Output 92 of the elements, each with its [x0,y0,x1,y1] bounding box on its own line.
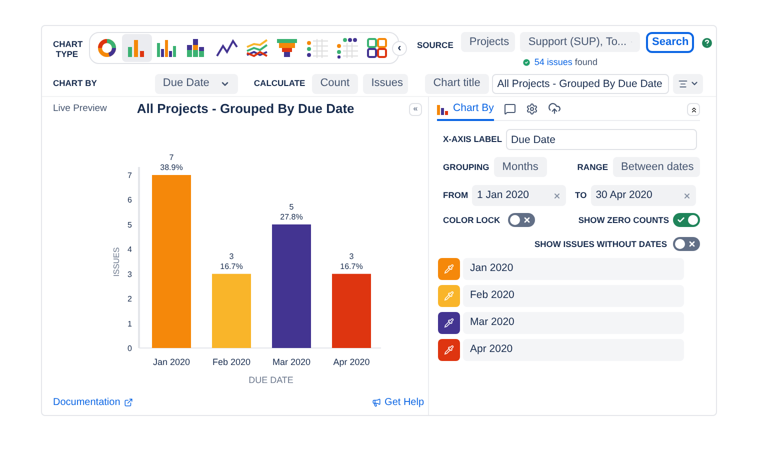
to-date-field[interactable]: 30 Apr 2020 [590,185,696,206]
documentation-link[interactable]: Documentation [53,394,134,410]
settings-icon [526,102,538,114]
range-dropdown[interactable]: Between dates [613,157,700,177]
x-axis-label: X-AXIS LABEL [443,133,502,146]
chevrons-up-icon [690,106,698,114]
external-link-icon [124,398,134,406]
multi-line-chart-icon [245,37,269,59]
source-label: SOURCE [417,39,454,52]
dot-matrix-chart-icon [335,37,359,59]
series-name-field[interactable]: Jan 2020 [463,258,684,280]
toggle-label: COLOR LOCK [443,214,500,226]
y-tick-label: 7 [128,171,132,180]
check-icon [677,216,685,224]
chart-title-mode-dropdown[interactable]: Chart title [425,74,490,94]
bar-value-label: 5 27.8% [280,202,303,222]
x-axis-label-field[interactable]: Due Date [506,129,698,150]
grouping-label: GROUPING [443,160,490,174]
y-tick-label: 4 [128,245,132,254]
chart-type-label: CHART TYPE [53,39,81,59]
chart-by-dropdown[interactable]: Due Date [154,74,238,94]
chart-by-tab[interactable]: Chart By [437,98,494,120]
live-preview-tab[interactable]: Live Preview [53,102,107,116]
grouped-bar-chart-icon [155,37,179,59]
y-tick-label: 6 [128,196,132,205]
help-icon[interactable] [702,38,712,48]
clear-icon [553,192,562,200]
clear-icon [682,192,691,200]
color-swatch[interactable] [438,312,460,334]
bar-value-label: 3 16.7% [220,252,243,271]
range-label: RANGE [577,160,608,174]
x-tick-label: Mar 2020 [272,357,311,367]
issues-link[interactable]: 54 issues [534,57,572,67]
calculate-of-dropdown[interactable]: Issues [363,74,408,94]
issues-found-text: 54 issues found [534,56,598,69]
y-tick-label: 3 [128,270,132,279]
chart-by-label: CHART BY [53,77,97,90]
series-name-field[interactable]: Mar 2020 [463,312,684,334]
y-tick-label: 0 [128,344,132,353]
calculate-label: CALCULATE [254,77,306,90]
series-name-field[interactable]: Feb 2020 [463,285,684,307]
x-tick-label: Apr 2020 [333,357,370,367]
y-tick-label: 1 [128,319,132,328]
x-tick-label: Feb 2020 [212,357,251,367]
search-button[interactable]: Search [646,32,694,53]
toggle-label: SHOW ISSUES WITHOUT DATES [534,238,667,250]
eyedropper-icon [444,264,454,274]
source-type-dropdown[interactable]: Projects [461,32,516,52]
toggle-switch[interactable] [508,213,536,227]
dot-grid-chart-icon [305,37,329,59]
toggle-label: SHOW ZERO COUNTS [578,214,669,226]
toggle-switch[interactable] [673,237,700,251]
color-swatch[interactable] [438,258,460,280]
alignment-dropdown[interactable] [673,74,704,94]
from-label: FROM [443,189,468,202]
bar-value-label: 7 38.9% [160,153,183,172]
collapse-up-button[interactable] [687,103,700,116]
collapse-button[interactable]: ‹ [392,41,407,56]
grouping-dropdown[interactable]: Months [494,157,548,177]
chart-title-field[interactable]: All Projects - Grouped By Due Date [492,74,670,94]
x-tick-label: Jan 2020 [152,357,190,367]
collapse-button[interactable]: « [409,102,422,116]
line-chart-icon [215,37,239,59]
y-tick-label: 5 [128,220,132,230]
donut-chart-icon [95,37,119,59]
y-axis-title: ISSUES [112,247,121,277]
color-swatch[interactable] [438,339,460,361]
comment-icon [504,102,516,114]
get-help-link[interactable]: Get Help [372,394,424,410]
calculate-dropdown[interactable]: Count [312,74,358,94]
check-circle-icon [522,58,532,68]
megaphone-icon [372,398,381,406]
to-label: TO [575,189,587,202]
cloud-upload-icon [548,102,561,115]
eyedropper-icon [444,291,454,301]
bar-value-label: 3 16.7% [340,252,363,271]
source-dropdown[interactable]: Support (SUP), To... [520,32,640,52]
close-icon [688,240,696,248]
toggle-switch[interactable] [673,213,700,227]
funnel-chart-icon [275,37,299,59]
y-tick-label: 2 [128,294,132,304]
chart-title: All Projects - Grouped By Due Date [136,100,354,118]
eyedropper-icon [444,345,454,355]
tile-chart-icon [365,37,389,59]
eyedropper-icon [444,318,454,328]
close-icon [523,216,532,224]
from-date-field[interactable]: 1 Jan 2020 [472,185,566,206]
color-swatch[interactable] [438,285,460,307]
bar-chart-icon [437,102,450,114]
align-center-icon [678,78,688,89]
x-axis-title: DUE DATE [248,375,294,385]
series-name-field[interactable]: Apr 2020 [463,339,684,361]
